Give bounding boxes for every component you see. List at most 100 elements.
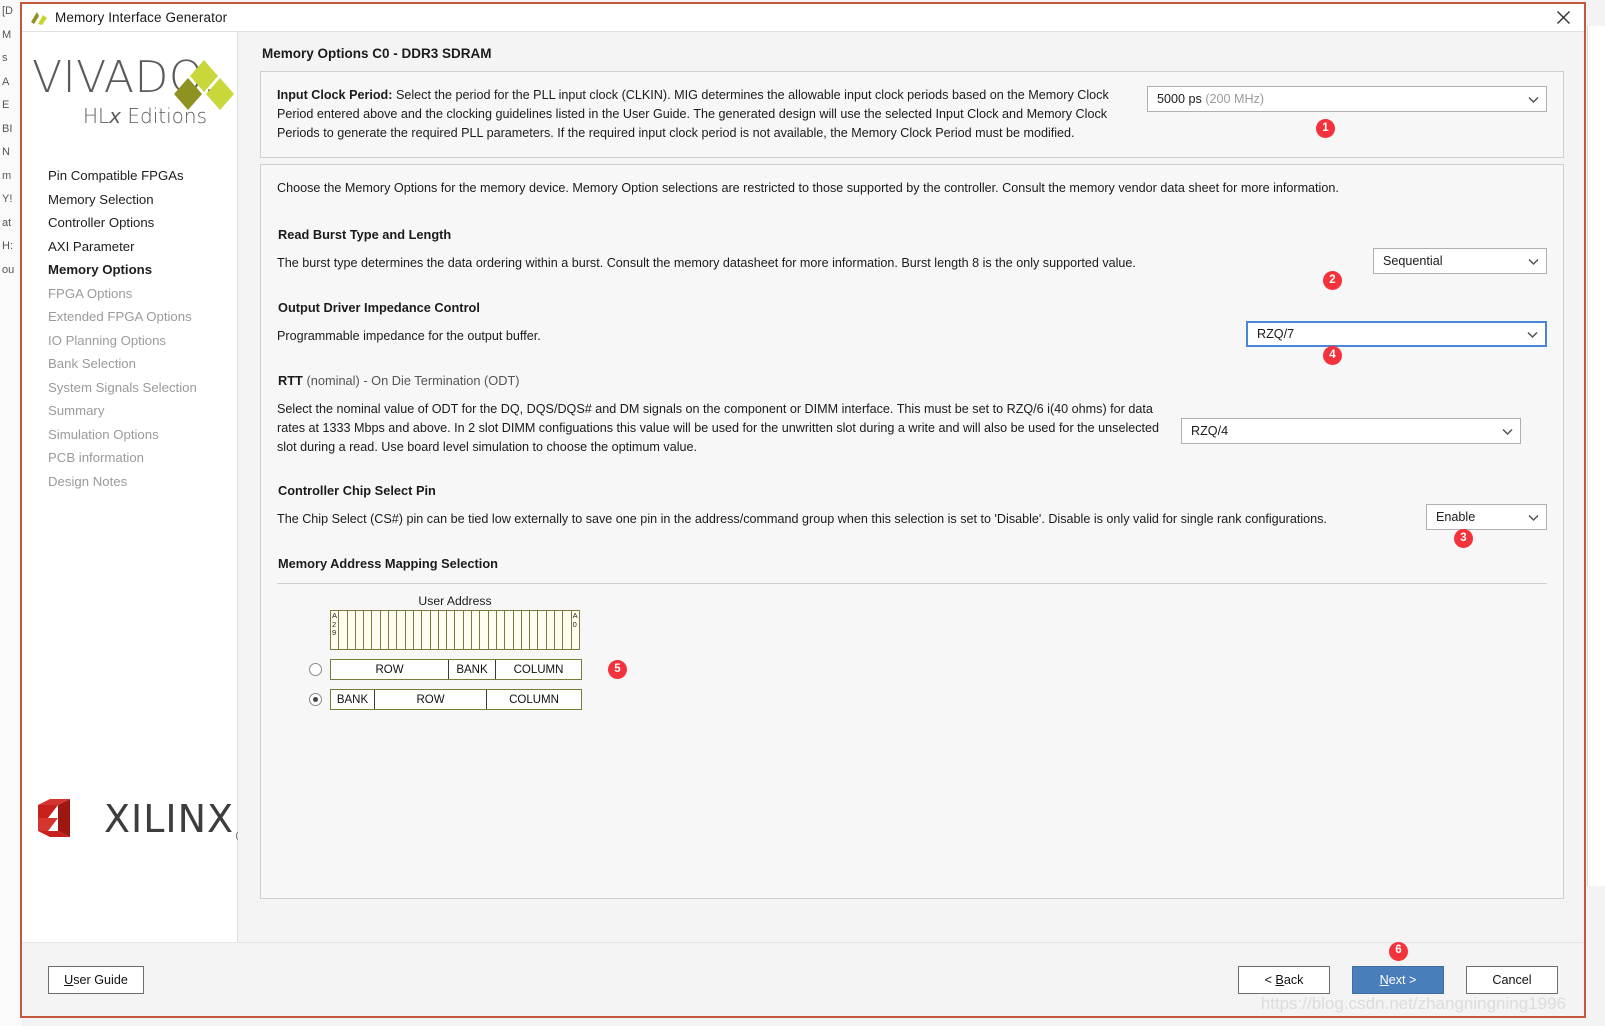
badge-5: 5 bbox=[608, 660, 627, 679]
next-button-label: Next > bbox=[1379, 972, 1417, 987]
chevron-down-icon bbox=[1501, 425, 1514, 438]
sidebar-item-pin-compatible-fpgas[interactable]: Pin Compatible FPGAs bbox=[48, 164, 237, 188]
user-address-cell bbox=[514, 611, 522, 649]
back-button-label: < Back bbox=[1264, 972, 1304, 987]
edition-pre: HL bbox=[82, 104, 110, 128]
memory-options-panel: Choose the Memory Options for the memory… bbox=[260, 164, 1564, 899]
user-address-cell bbox=[530, 611, 539, 649]
user-address-cell: A0 bbox=[572, 611, 579, 649]
user-address-cell bbox=[414, 611, 423, 649]
chevron-down-icon bbox=[1527, 255, 1540, 268]
read-burst-row: The burst type determines the data order… bbox=[277, 248, 1547, 290]
read-burst-title: Read Burst Type and Length bbox=[278, 227, 452, 242]
next-button[interactable]: Next > bbox=[1352, 965, 1444, 994]
cancel-button[interactable]: Cancel bbox=[1466, 965, 1558, 994]
rtt-section: RTT (nominal) - On Die Termination (ODT)… bbox=[277, 373, 1547, 457]
badge-3: 3 bbox=[1454, 529, 1473, 548]
input-clock-period-select[interactable]: 5000 ps (200 MHz) bbox=[1147, 86, 1547, 112]
sidebar-item-bank-selection: Bank Selection bbox=[48, 356, 136, 371]
sidebar-item-simulation-options: Simulation Options bbox=[48, 426, 159, 442]
xilinx-mark-icon bbox=[36, 795, 90, 846]
radio-bank-row-column[interactable] bbox=[309, 693, 322, 706]
output-driver-impedance-select-wrap: RZQ/7 4 bbox=[1246, 321, 1547, 365]
window-body: VIVADO. HLx Editions Pin Compatible FPGA… bbox=[22, 32, 1584, 942]
main-content: Memory Options C0 - DDR3 SDRAM Input Clo… bbox=[238, 32, 1584, 942]
sidebar-item-memory-options[interactable]: Memory Options bbox=[48, 258, 237, 282]
user-address-cell bbox=[439, 611, 448, 649]
map-segment-column: COLUMN bbox=[513, 663, 564, 676]
sidebar-item-memory-selection[interactable]: Memory Selection bbox=[48, 188, 237, 212]
sidebar-item-summary: Summary bbox=[48, 403, 105, 418]
rtt-select[interactable]: RZQ/4 bbox=[1181, 418, 1521, 444]
rtt-row: Select the nominal value of ODT for the … bbox=[277, 400, 1547, 457]
user-address-cell bbox=[563, 611, 572, 649]
input-clock-period-value-text: 5000 ps bbox=[1157, 92, 1202, 106]
user-address-cell bbox=[381, 611, 390, 649]
user-address-cell bbox=[406, 611, 414, 649]
controller-chip-select-select[interactable]: Enable bbox=[1426, 504, 1547, 530]
user-address-cell bbox=[356, 611, 365, 649]
window-titlebar: Memory Interface Generator bbox=[22, 4, 1584, 32]
controller-chip-select-description: The Chip Select (CS#) pin can be tied lo… bbox=[277, 512, 1327, 526]
user-address-lsb-label: A0 bbox=[572, 611, 578, 629]
background-strip-text: A bbox=[2, 75, 10, 88]
user-address-cell bbox=[547, 611, 556, 649]
back-button[interactable]: < Back bbox=[1238, 965, 1330, 994]
user-address-cell bbox=[464, 611, 473, 649]
output-driver-impedance-value: RZQ/7 bbox=[1257, 327, 1295, 341]
chevron-down-icon bbox=[1526, 328, 1539, 341]
vivado-triangle-mark bbox=[168, 58, 234, 118]
section-divider bbox=[277, 583, 1547, 584]
rtt-value: RZQ/4 bbox=[1191, 424, 1229, 438]
rtt-select-wrap: RZQ/4 bbox=[1181, 400, 1521, 444]
user-address-cell bbox=[497, 611, 506, 649]
output-driver-impedance-section: Output Driver Impedance Control Programm… bbox=[277, 300, 1547, 365]
sidebar-item-axi-parameter[interactable]: AXI Parameter bbox=[48, 235, 237, 259]
user-address-cell bbox=[555, 611, 564, 649]
memory-address-mapping-title: Memory Address Mapping Selection bbox=[278, 556, 498, 571]
background-strip-text: at bbox=[2, 216, 12, 229]
close-icon[interactable] bbox=[1548, 6, 1578, 30]
badge-2: 2 bbox=[1323, 271, 1342, 290]
read-burst-select[interactable]: Sequential bbox=[1373, 248, 1547, 274]
user-address-cell bbox=[489, 611, 497, 649]
read-burst-section: Read Burst Type and Length The burst typ… bbox=[277, 227, 1547, 290]
vivado-logo: VIVADO. HLx Editions bbox=[22, 32, 237, 128]
user-address-cell bbox=[538, 611, 547, 649]
input-clock-period-label: Input Clock Period: bbox=[277, 88, 393, 102]
edition-italic: x bbox=[109, 104, 122, 128]
address-mapping-option-row-1[interactable]: ROW BANK COLUMN 5 bbox=[277, 659, 1547, 680]
background-strip-text: [D bbox=[2, 5, 13, 17]
read-burst-description: The burst type determines the data order… bbox=[277, 256, 1136, 270]
radio-row-bank-column[interactable] bbox=[309, 663, 322, 676]
sidebar-item-controller-options[interactable]: Controller Options bbox=[48, 211, 237, 235]
background-left-strip: [D Ms A E BI Nm Y! at H: ou bbox=[0, 0, 22, 1026]
input-clock-period-value-freq: (200 MHz) bbox=[1205, 92, 1265, 106]
user-guide-button[interactable]: User Guide bbox=[48, 965, 144, 994]
chevron-down-icon bbox=[1527, 511, 1540, 524]
user-address-cell bbox=[372, 611, 381, 649]
input-clock-period-description: Input Clock Period: Select the period fo… bbox=[277, 86, 1117, 143]
address-mapping-option-row-2[interactable]: BANK ROW COLUMN bbox=[277, 689, 1547, 710]
controller-chip-select-value: Enable bbox=[1436, 510, 1476, 524]
read-burst-value: Sequential bbox=[1383, 254, 1443, 268]
background-strip-text: N bbox=[2, 146, 10, 158]
background-right-strip bbox=[1587, 26, 1605, 886]
user-address-msb-label: A29 bbox=[332, 611, 338, 638]
xilinx-wordmark: XILINX® bbox=[104, 797, 248, 845]
user-address-cell bbox=[480, 611, 489, 649]
user-address-cell bbox=[397, 611, 406, 649]
dialog-footer: User Guide < Back Next > 6 Cancel https:… bbox=[22, 941, 1584, 1016]
user-address-cell bbox=[447, 611, 456, 649]
output-driver-impedance-select[interactable]: RZQ/7 bbox=[1246, 321, 1547, 347]
xilinx-wordmark-text: XILINX bbox=[104, 796, 235, 841]
background-strip-text: BI bbox=[2, 122, 13, 135]
sidebar: VIVADO. HLx Editions Pin Compatible FPGA… bbox=[22, 32, 247, 942]
user-address-bar: A29 A0 bbox=[330, 610, 580, 650]
map-segment-bank: BANK bbox=[331, 690, 375, 709]
input-clock-period-select-wrap: 5000 ps (200 MHz) 1 bbox=[1147, 86, 1547, 138]
user-address-cell bbox=[364, 611, 373, 649]
address-mapping-diagram: User Address A29A0 ROW BANK COLUMN 5 BAN… bbox=[277, 594, 1547, 710]
input-clock-period-panel: Input Clock Period: Select the period fo… bbox=[260, 71, 1564, 158]
rtt-title-bold: RTT bbox=[278, 373, 303, 388]
